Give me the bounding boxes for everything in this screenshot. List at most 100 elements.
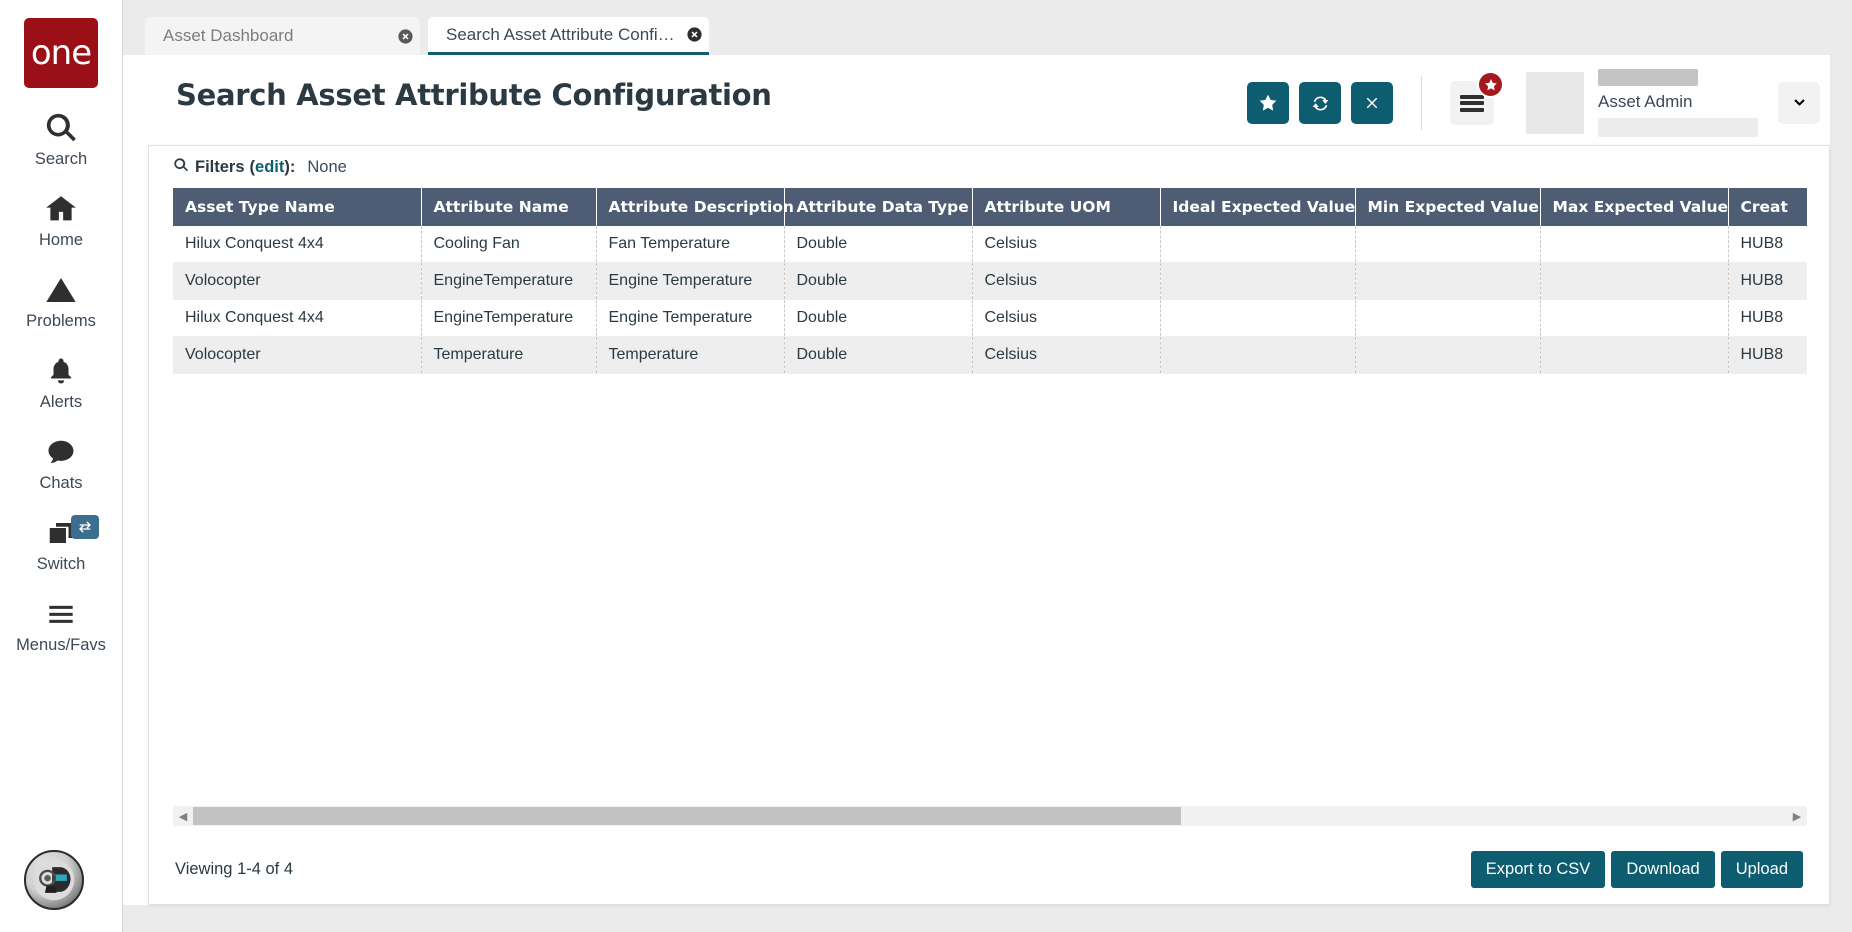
favorite-button[interactable] (1247, 82, 1289, 124)
sidebar-item-label-chats: Chats (39, 474, 83, 492)
user-text-block: Asset Admin (1598, 69, 1758, 137)
filters-label: Filters (195, 157, 245, 176)
scroll-left-arrow-icon[interactable]: ◀ (173, 806, 193, 826)
content-card: Filters ( edit ): None Asset Type Name A… (148, 145, 1830, 905)
column-header-max-expected-value[interactable]: Max Expected Value (1540, 188, 1729, 226)
column-header-attribute-description[interactable]: Attribute Description (596, 188, 794, 226)
table-row[interactable]: Hilux Conquest 4x4 EngineTemperature Eng… (173, 299, 1807, 337)
filters-bar: Filters ( edit ): None (149, 146, 1829, 188)
warning-triangle-icon (44, 270, 78, 310)
cell-attribute-uom: Celsius (972, 299, 1161, 337)
sidebar-item-alerts[interactable]: Alerts (0, 351, 122, 412)
horizontal-scrollbar[interactable]: ◀ ▶ (173, 806, 1807, 826)
cell-created: HUB8 (1728, 336, 1807, 374)
avatar (1526, 72, 1584, 134)
cell-created: HUB8 (1728, 299, 1807, 337)
filters-value: None (307, 157, 347, 176)
filters-edit-link[interactable]: edit (255, 158, 284, 177)
table-header-row: Asset Type Name Attribute Name Attribute… (173, 188, 1807, 226)
viewing-count-text: Viewing 1-4 of 4 (175, 859, 294, 878)
star-icon (1477, 71, 1504, 98)
cell-attribute-data-type: Double (784, 336, 973, 374)
card-footer: Viewing 1-4 of 4 Export to CSV Download … (149, 834, 1829, 904)
cell-min-expected-value (1355, 262, 1541, 300)
refresh-button[interactable] (1299, 82, 1341, 124)
close-button[interactable] (1351, 82, 1393, 124)
cell-attribute-name: Cooling Fan (421, 226, 597, 263)
chevron-down-icon[interactable] (1778, 82, 1820, 124)
results-table-viewport: Asset Type Name Attribute Name Attribute… (173, 188, 1807, 763)
sidebar-item-chats[interactable]: Chats (0, 432, 122, 493)
cell-attribute-description: Engine Temperature (596, 299, 785, 337)
brand-logo[interactable]: one (24, 18, 98, 88)
sidebar-item-label-search: Search (34, 150, 88, 168)
cell-attribute-data-type: Double (784, 226, 973, 263)
column-header-asset-type-name[interactable]: Asset Type Name (173, 188, 422, 226)
column-header-min-expected-value[interactable]: Min Expected Value (1355, 188, 1541, 226)
column-header-attribute-uom[interactable]: Attribute UOM (972, 188, 1161, 226)
cell-ideal-expected-value (1160, 226, 1356, 263)
search-icon (173, 157, 189, 178)
column-header-ideal-expected-value[interactable]: Ideal Expected Value (1160, 188, 1356, 226)
sidebar-item-label-switch: Switch (36, 555, 86, 573)
cell-max-expected-value (1540, 299, 1729, 337)
cell-ideal-expected-value (1160, 262, 1356, 300)
table-row[interactable]: Volocopter EngineTemperature Engine Temp… (173, 262, 1807, 300)
sidebar-item-label-home: Home (38, 231, 83, 249)
tab-asset-dashboard[interactable]: Asset Dashboard (145, 17, 420, 55)
user-org-redacted (1598, 118, 1758, 137)
cell-asset-type-name: Volocopter (173, 336, 422, 374)
robot-head-avatar-icon[interactable] (24, 850, 84, 910)
sidebar-item-search[interactable]: Search (0, 108, 122, 169)
cell-asset-type-name: Volocopter (173, 262, 422, 300)
cell-max-expected-value (1540, 336, 1729, 374)
cell-asset-type-name: Hilux Conquest 4x4 (173, 299, 422, 337)
column-header-attribute-data-type[interactable]: Attribute Data Type (784, 188, 973, 226)
table-row[interactable]: Hilux Conquest 4x4 Cooling Fan Fan Tempe… (173, 226, 1807, 263)
cell-ideal-expected-value (1160, 299, 1356, 337)
page-header: Search Asset Attribute Configuration Ass… (148, 55, 1830, 137)
bell-icon (46, 351, 76, 391)
scrollbar-track[interactable] (193, 806, 1787, 826)
export-to-csv-button[interactable]: Export to CSV (1470, 850, 1606, 888)
close-icon[interactable] (679, 16, 709, 54)
brand-logo-text: one (30, 33, 92, 73)
cell-attribute-name: EngineTemperature (421, 299, 597, 337)
page-title: Search Asset Attribute Configuration (176, 77, 772, 112)
cell-attribute-uom: Celsius (972, 336, 1161, 374)
close-icon[interactable] (390, 17, 420, 55)
footer-buttons: Export to CSV Download Upload (1470, 850, 1803, 888)
scrollbar-thumb[interactable] (193, 807, 1182, 825)
swap-arrows-icon[interactable] (71, 515, 99, 539)
sidebar-item-problems[interactable]: Problems (0, 270, 122, 331)
download-button[interactable]: Download (1611, 850, 1715, 888)
tab-search-asset-attribute-configuration[interactable]: Search Asset Attribute Configura... (428, 17, 709, 55)
sidebar-item-switch[interactable]: Switch (0, 513, 122, 574)
page-container: Search Asset Attribute Configuration Ass… (148, 55, 1830, 905)
left-sidebar: one Search Home Problems Alerts Chats Sw… (0, 0, 123, 932)
cell-max-expected-value (1540, 226, 1729, 263)
tab-label: Search Asset Attribute Configura... (446, 24, 679, 44)
cell-attribute-description: Engine Temperature (596, 262, 785, 300)
filters-close-paren: ): (284, 157, 296, 176)
bottom-gutter (123, 905, 1852, 932)
chat-bubble-icon (44, 432, 78, 472)
cell-min-expected-value (1355, 336, 1541, 374)
sidebar-item-label-alerts: Alerts (39, 393, 83, 411)
sidebar-item-label-problems: Problems (26, 312, 96, 330)
scroll-right-arrow-icon[interactable]: ▶ (1787, 806, 1807, 826)
cell-attribute-data-type: Double (784, 299, 973, 337)
upload-button[interactable]: Upload (1720, 850, 1803, 888)
table-row[interactable]: Volocopter Temperature Temperature Doubl… (173, 336, 1807, 374)
cell-created: HUB8 (1728, 226, 1807, 263)
column-header-attribute-name[interactable]: Attribute Name (421, 188, 597, 226)
header-actions: Asset Admin (1247, 69, 1820, 137)
cell-created: HUB8 (1728, 262, 1807, 300)
sidebar-item-home[interactable]: Home (0, 189, 122, 250)
sidebar-item-menus-favs[interactable]: Menus/Favs (0, 594, 122, 655)
cell-attribute-description: Fan Temperature (596, 226, 785, 263)
user-profile-block[interactable]: Asset Admin (1526, 69, 1820, 137)
cell-attribute-name: Temperature (421, 336, 597, 374)
home-icon (43, 189, 79, 229)
column-header-created[interactable]: Creat (1728, 188, 1807, 226)
